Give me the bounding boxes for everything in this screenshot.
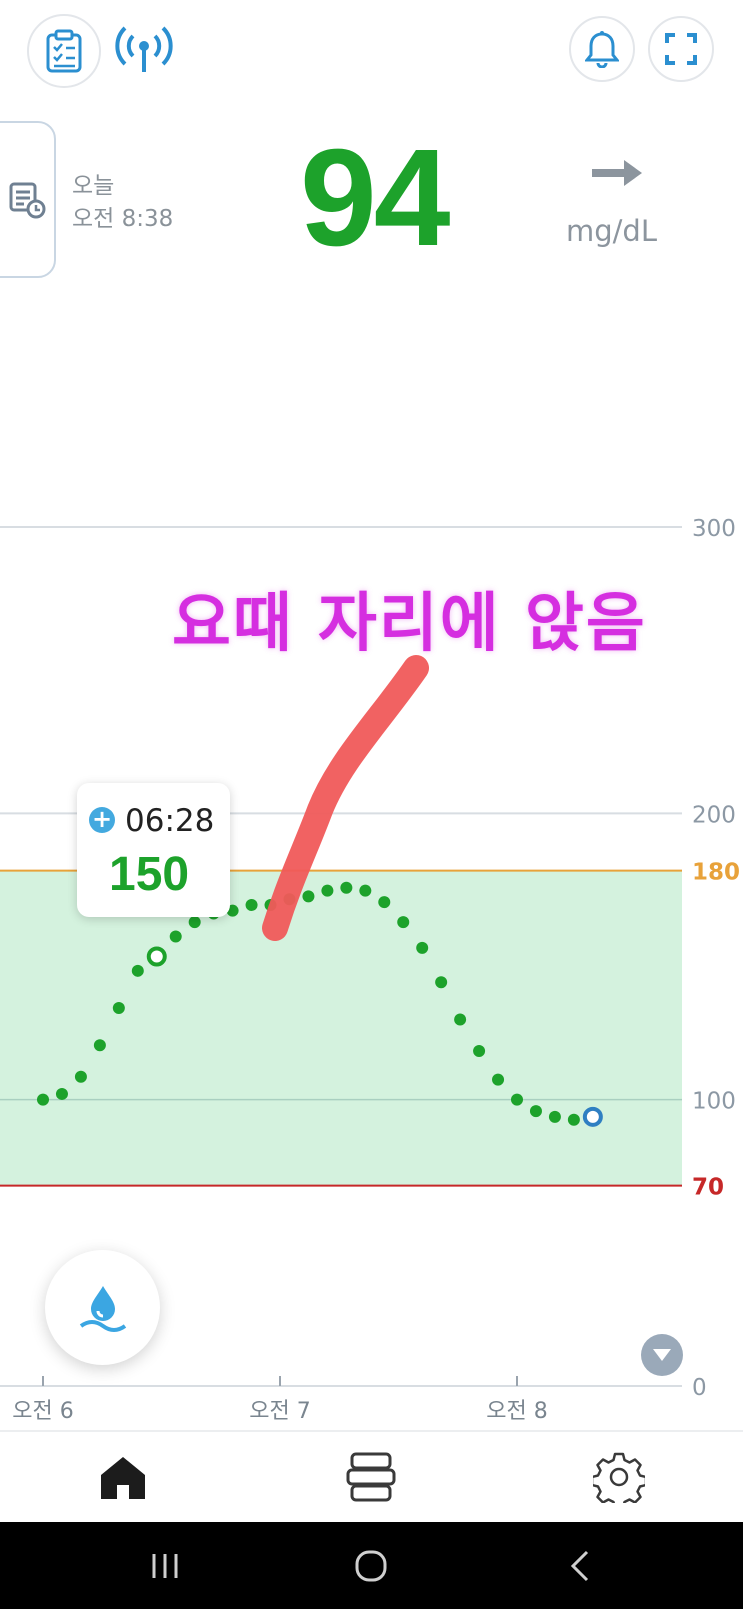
data-point: [188, 916, 201, 929]
home-circle-icon: [355, 1550, 387, 1581]
home-nav-button[interactable]: [336, 1522, 406, 1609]
data-point: [567, 1113, 580, 1126]
data-point: [359, 884, 372, 897]
history-tab[interactable]: [0, 121, 56, 278]
data-point: [548, 1110, 561, 1123]
point-tooltip: + 06:28 150: [77, 783, 230, 917]
x-tick-label: 오전 8: [486, 1399, 547, 1420]
data-point: [93, 1039, 106, 1052]
data-point: [169, 930, 182, 943]
data-point: [302, 890, 315, 903]
glucose-unit: mg/dL: [566, 214, 657, 248]
data-point: [511, 1093, 523, 1106]
back-nav-button[interactable]: [545, 1522, 615, 1609]
data-point: [416, 941, 429, 954]
list-icon: [346, 1452, 396, 1502]
bottom-tab-bar: [0, 1430, 743, 1524]
current-data-point: [582, 1106, 603, 1127]
recent-apps-icon: [152, 1553, 178, 1578]
fullscreen-button[interactable]: [648, 16, 714, 82]
data-point: [397, 916, 410, 929]
highlighted-data-point: [146, 946, 167, 967]
y-tick-label: 200: [692, 802, 736, 828]
x-tick-label: 오전 6: [12, 1399, 73, 1420]
data-point: [131, 964, 144, 977]
tab-list[interactable]: [336, 1442, 406, 1512]
blood-drop-icon: [79, 1285, 126, 1332]
bell-icon: [585, 31, 619, 68]
data-point: [529, 1105, 542, 1118]
y-tick-label: 70: [692, 1175, 724, 1201]
y-tick-label: 100: [692, 1089, 736, 1115]
tooltip-time: 06:28: [125, 803, 215, 839]
fullscreen-icon: [665, 33, 697, 65]
x-tick-label: 오전 7: [249, 1399, 310, 1420]
system-nav-bar: [0, 1522, 743, 1609]
data-point: [74, 1070, 87, 1083]
reading-time: 오전 8:38: [72, 206, 174, 232]
y-tick-label: 300: [692, 516, 736, 542]
report-button[interactable]: [27, 14, 101, 88]
back-icon: [570, 1550, 589, 1581]
target-range-band: [0, 870, 682, 1186]
blood-glucose-fab[interactable]: [45, 1250, 160, 1365]
chevron-down-icon: [653, 1349, 671, 1361]
data-point: [454, 1013, 467, 1026]
arrow-right-icon: [592, 160, 642, 186]
data-point: [55, 1087, 68, 1100]
scroll-down-button[interactable]: [641, 1334, 683, 1376]
data-point: [378, 896, 391, 909]
home-icon: [101, 1457, 145, 1499]
data-point: [435, 976, 448, 989]
data-point: [473, 1044, 486, 1057]
data-point: [112, 1002, 125, 1015]
data-point: [245, 898, 258, 911]
data-point: [340, 881, 353, 894]
clipboard-checklist-icon: [46, 29, 82, 73]
notification-button[interactable]: [569, 16, 635, 82]
plus-icon[interactable]: +: [89, 807, 115, 833]
history-log-icon: [9, 182, 46, 218]
settings-icon: [593, 1452, 645, 1503]
recent-apps-button[interactable]: [130, 1522, 200, 1609]
data-point: [321, 884, 334, 897]
y-tick-label: 180: [692, 860, 740, 886]
data-point: [37, 1093, 49, 1106]
tab-settings[interactable]: [584, 1442, 654, 1512]
antenna-signal-icon: [115, 26, 173, 72]
annotation-text: 요때 자리에 앉음: [172, 587, 647, 661]
tooltip-value: 150: [109, 848, 190, 901]
glucose-value: 94: [300, 121, 450, 275]
tab-home[interactable]: [88, 1442, 158, 1512]
y-tick-label: 0: [692, 1375, 707, 1401]
data-point: [492, 1073, 505, 1086]
reading-day: 오늘: [72, 173, 115, 199]
